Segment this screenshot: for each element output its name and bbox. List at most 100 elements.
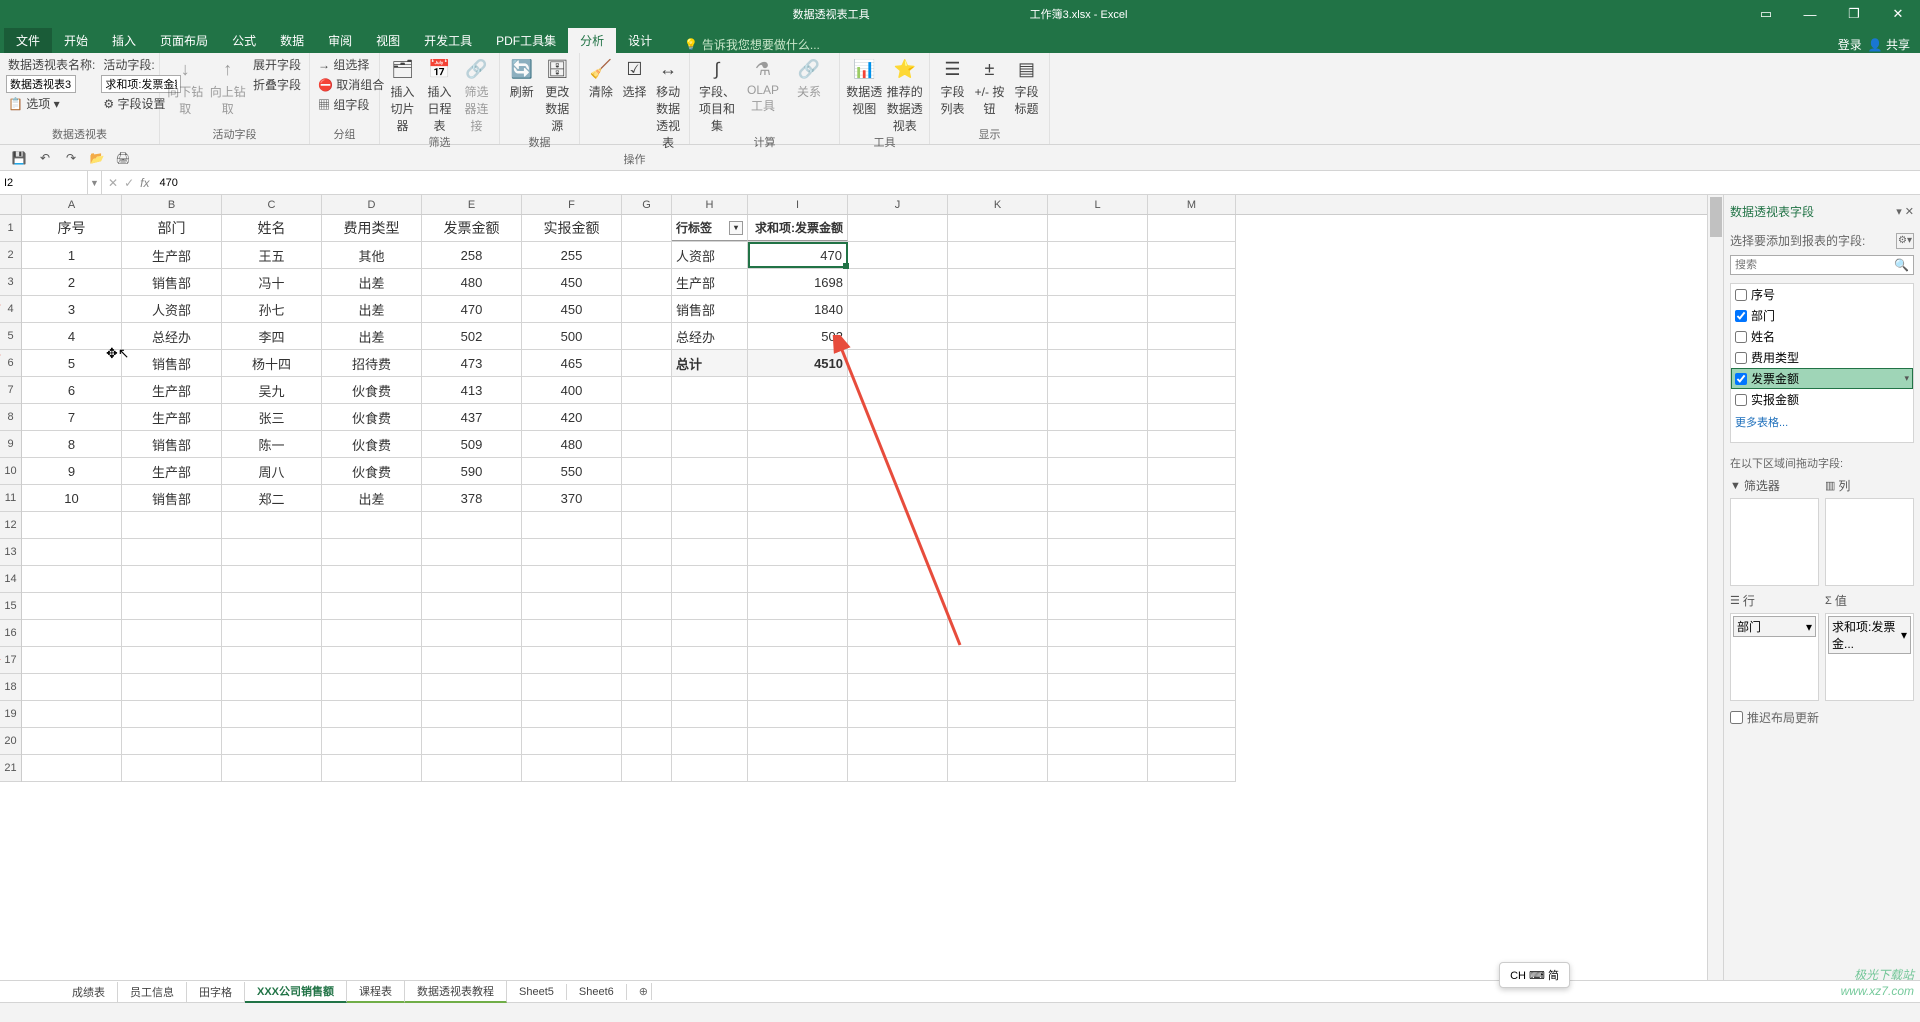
add-sheet-button[interactable]: ⊕: [627, 983, 652, 1000]
cell[interactable]: 550: [522, 458, 622, 484]
cell[interactable]: [422, 620, 522, 646]
row-header[interactable]: 10: [0, 458, 21, 485]
cell[interactable]: [122, 674, 222, 700]
cell[interactable]: [422, 728, 522, 754]
cell[interactable]: [522, 647, 622, 673]
pane-layout-gear-icon[interactable]: ⚙▾: [1896, 233, 1914, 249]
cell[interactable]: [622, 728, 672, 754]
cell[interactable]: [748, 755, 848, 781]
cell[interactable]: [622, 701, 672, 727]
cell[interactable]: [122, 647, 222, 673]
sheet-tab[interactable]: Sheet5: [507, 984, 567, 1000]
print-icon[interactable]: 🖨: [112, 147, 134, 169]
formula-input[interactable]: 470: [155, 177, 177, 189]
cell[interactable]: 伙食费: [322, 377, 422, 403]
cell[interactable]: [848, 566, 948, 592]
cell[interactable]: [948, 377, 1048, 403]
cell[interactable]: 冯十: [222, 269, 322, 295]
name-box-dropdown-icon[interactable]: ▼: [88, 171, 102, 194]
cell[interactable]: 4510: [748, 350, 848, 376]
cell[interactable]: [122, 728, 222, 754]
menu-设计[interactable]: 设计: [616, 28, 664, 53]
cell[interactable]: [672, 539, 748, 565]
cell[interactable]: 3: [22, 296, 122, 322]
sheet-tab[interactable]: XXX公司销售额: [245, 981, 347, 1003]
change-data-source-button[interactable]: 🗄更改数据源: [542, 55, 574, 134]
cell[interactable]: [848, 512, 948, 538]
cell[interactable]: [622, 269, 672, 295]
cell[interactable]: [22, 728, 122, 754]
cell[interactable]: [1048, 458, 1148, 484]
cell[interactable]: [1048, 242, 1148, 268]
cell[interactable]: [948, 566, 1048, 592]
cell[interactable]: [1148, 458, 1236, 484]
name-box[interactable]: I2: [0, 171, 88, 194]
cell[interactable]: [1148, 755, 1236, 781]
cell[interactable]: [672, 593, 748, 619]
cell[interactable]: 行标签▾: [672, 215, 748, 241]
cell[interactable]: [622, 431, 672, 457]
cell[interactable]: [122, 620, 222, 646]
column-header[interactable]: F: [522, 195, 622, 214]
values-pill[interactable]: 求和项:发票金...▾: [1828, 616, 1911, 654]
cell[interactable]: [1048, 755, 1148, 781]
cell[interactable]: 7: [22, 404, 122, 430]
expand-field-button[interactable]: 展开字段: [251, 55, 303, 74]
cell[interactable]: [848, 296, 948, 322]
cell[interactable]: [1148, 701, 1236, 727]
cell[interactable]: 销售部: [672, 296, 748, 322]
rows-pill[interactable]: 部门▾: [1733, 616, 1816, 637]
cell[interactable]: [1048, 269, 1148, 295]
cell[interactable]: 450: [522, 296, 622, 322]
row-header[interactable]: 7: [0, 377, 21, 404]
values-dropzone[interactable]: 求和项:发票金...▾: [1825, 613, 1914, 701]
cell[interactable]: 509: [422, 431, 522, 457]
cell[interactable]: [222, 566, 322, 592]
cell[interactable]: 伙食费: [322, 458, 422, 484]
plus-minus-buttons[interactable]: ±+/- 按钮: [973, 55, 1006, 117]
cell[interactable]: [622, 404, 672, 430]
cell[interactable]: 470: [422, 296, 522, 322]
cell[interactable]: [222, 755, 322, 781]
cell[interactable]: [322, 512, 422, 538]
cell[interactable]: [1148, 512, 1236, 538]
cell[interactable]: [948, 539, 1048, 565]
pivot-name-input[interactable]: [6, 75, 76, 93]
cell[interactable]: 10: [22, 485, 122, 511]
cell[interactable]: [1048, 512, 1148, 538]
cell[interactable]: [622, 242, 672, 268]
cell[interactable]: [848, 377, 948, 403]
row-header[interactable]: 5: [0, 323, 21, 350]
cell[interactable]: 生产部: [122, 377, 222, 403]
cell[interactable]: [422, 593, 522, 619]
cell[interactable]: [1148, 539, 1236, 565]
cell[interactable]: 招待费: [322, 350, 422, 376]
cell[interactable]: 销售部: [122, 431, 222, 457]
move-pivot-button[interactable]: ↔移动数据透视表: [653, 55, 683, 151]
cell[interactable]: 总经办: [672, 323, 748, 349]
cell[interactable]: [622, 620, 672, 646]
cell[interactable]: 其他: [322, 242, 422, 268]
refresh-button[interactable]: 🔄刷新: [506, 55, 538, 100]
cell[interactable]: [1148, 728, 1236, 754]
cell[interactable]: [1148, 404, 1236, 430]
insert-timeline-button[interactable]: 📅插入日程表: [423, 55, 456, 134]
cell[interactable]: 生产部: [122, 404, 222, 430]
cell[interactable]: [1048, 215, 1148, 241]
cell[interactable]: [622, 350, 672, 376]
cell[interactable]: [622, 215, 672, 241]
cell[interactable]: [322, 593, 422, 619]
cell[interactable]: [122, 755, 222, 781]
cell[interactable]: 发票金额: [422, 215, 522, 241]
cell[interactable]: [672, 647, 748, 673]
row-header[interactable]: 17: [0, 647, 21, 674]
cell[interactable]: 400: [522, 377, 622, 403]
row-header[interactable]: 3: [0, 269, 21, 296]
menu-审阅[interactable]: 审阅: [316, 28, 364, 53]
row-header[interactable]: 13: [0, 539, 21, 566]
minimize-button[interactable]: —: [1788, 0, 1832, 28]
cell[interactable]: [672, 674, 748, 700]
row-header[interactable]: 9: [0, 431, 21, 458]
cell[interactable]: 人资部: [672, 242, 748, 268]
cell[interactable]: [22, 701, 122, 727]
